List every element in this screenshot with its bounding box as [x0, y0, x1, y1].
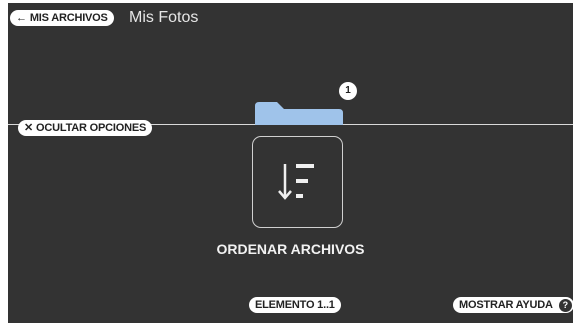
item-counter-label: ELEMENTO 1..1 [255, 299, 335, 311]
page-title: Mis Fotos [129, 9, 199, 26]
show-help-button[interactable]: MOSTRAR AYUDA ? [453, 297, 573, 313]
back-button-label: MIS ARCHIVOS [29, 12, 108, 24]
count-badge: 1 [339, 82, 357, 100]
sort-icon [277, 164, 314, 200]
show-help-label: MOSTRAR AYUDA [459, 299, 553, 311]
arrow-left-icon: ← [16, 12, 27, 24]
folder-icon [255, 102, 343, 125]
item-counter-button[interactable]: ELEMENTO 1..1 [249, 297, 341, 313]
sort-files-label: ORDENAR ARCHIVOS [216, 241, 365, 257]
help-icon: ? [558, 298, 572, 312]
hide-options-button[interactable]: ✕ OCULTAR OPCIONES [18, 120, 153, 136]
hide-options-label: OCULTAR OPCIONES [36, 122, 147, 134]
app-frame: ← MIS ARCHIVOS Mis Fotos 1 ✕ OCULTAR OPC… [8, 3, 573, 323]
sort-files-button[interactable] [252, 136, 343, 228]
close-icon: ✕ [24, 122, 34, 134]
back-button[interactable]: ← MIS ARCHIVOS [10, 10, 114, 26]
